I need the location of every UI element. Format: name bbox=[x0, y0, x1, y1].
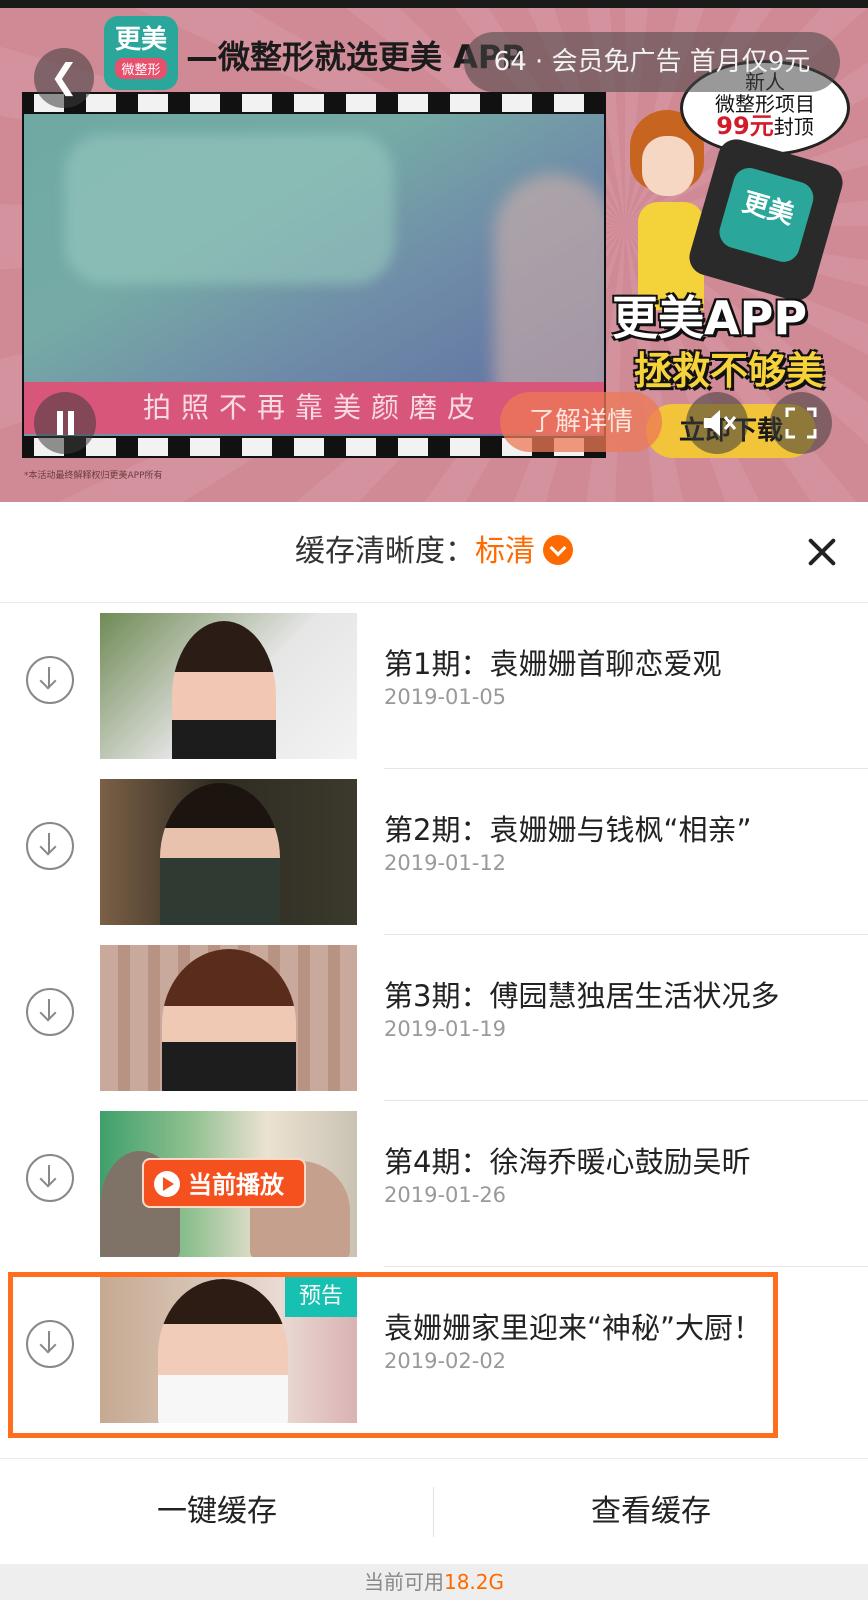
illustration-face bbox=[642, 136, 694, 196]
vip-no-ads-button[interactable]: 64 · 会员免广告 首月仅9元 bbox=[464, 32, 840, 92]
episode-title[interactable]: 第4期：徐海乔暖心鼓励吴昕 bbox=[384, 1139, 750, 1181]
brand-logo-sub: 微整形 bbox=[115, 58, 167, 79]
episode-date: 2019-01-26 bbox=[384, 1183, 507, 1207]
now-playing-badge: 当前播放 bbox=[142, 1158, 306, 1208]
episode-thumbnail[interactable]: 预告 bbox=[100, 1277, 357, 1423]
view-cache-button[interactable]: 查看缓存 bbox=[434, 1459, 868, 1565]
download-icon[interactable] bbox=[26, 988, 74, 1036]
episode-date: 2019-01-05 bbox=[384, 685, 507, 709]
ad-learn-more-button[interactable]: 了解详情 bbox=[500, 392, 662, 452]
episode-row[interactable]: 第3期：傅园慧独居生活状况多 2019-01-19 bbox=[0, 935, 868, 1101]
chevron-left-icon: ❮ bbox=[49, 57, 79, 97]
thumbnail-person bbox=[162, 949, 296, 1091]
chevron-down-icon[interactable] bbox=[543, 534, 573, 565]
cache-quality-header: 缓存清晰度：标清 bbox=[0, 502, 868, 603]
promo-subheadline: 拯救不够美 bbox=[634, 349, 825, 393]
video-player[interactable]: 更美 微整形 —微整形就选更美 APP 拍照不再靠美颜磨皮 *本活动最终解释权归… bbox=[0, 0, 868, 502]
storage-label: 当前可用 bbox=[363, 1570, 444, 1594]
footer-actions: 一键缓存 查看缓存 bbox=[0, 1458, 868, 1565]
episode-date: 2019-01-12 bbox=[384, 851, 507, 875]
cache-all-button[interactable]: 一键缓存 bbox=[0, 1459, 434, 1565]
speaker-muted-icon bbox=[704, 410, 737, 436]
fullscreen-icon bbox=[785, 407, 817, 439]
download-icon[interactable] bbox=[26, 1154, 74, 1202]
status-strip bbox=[0, 0, 868, 8]
brand-logo-text: 更美 bbox=[114, 25, 167, 55]
download-icon[interactable] bbox=[26, 822, 74, 870]
episode-title[interactable]: 第1期：袁姗姗首聊恋爱观 bbox=[384, 641, 721, 683]
quality-selector[interactable]: 缓存清晰度：标清 bbox=[0, 502, 868, 602]
episode-thumbnail[interactable] bbox=[100, 945, 357, 1091]
phone-app-icon: 更美 bbox=[715, 164, 818, 266]
blur-shape bbox=[64, 134, 394, 284]
cartoon-girl-illustration bbox=[624, 110, 710, 310]
episode-title[interactable]: 袁姗姗家里迎来“神秘”大厨！ bbox=[384, 1305, 762, 1347]
promo-headline: 更美APP bbox=[612, 291, 808, 345]
episode-thumbnail[interactable]: 当前播放 bbox=[100, 1111, 357, 1257]
thumbnail-person bbox=[172, 621, 276, 759]
download-icon[interactable] bbox=[26, 1320, 74, 1368]
episode-thumbnail[interactable] bbox=[100, 779, 357, 925]
episode-title[interactable]: 第2期：袁姗姗与钱枫“相亲” bbox=[384, 807, 752, 849]
episode-row-current[interactable]: 当前播放 第4期：徐海乔暖心鼓励吴昕 2019-01-26 bbox=[0, 1101, 868, 1267]
preview-badge: 预告 bbox=[285, 1277, 357, 1317]
storage-info: 当前可用18.2G bbox=[0, 1564, 868, 1600]
episode-date: 2019-02-02 bbox=[384, 1349, 507, 1373]
phone-app-text: 更美 bbox=[738, 187, 798, 231]
now-playing-label: 当前播放 bbox=[188, 1171, 284, 1199]
pause-button[interactable] bbox=[34, 392, 96, 454]
quality-value[interactable]: 标清 bbox=[475, 534, 535, 569]
quality-label: 缓存清晰度： bbox=[295, 534, 475, 569]
pause-icon bbox=[68, 411, 74, 435]
mute-button[interactable] bbox=[686, 392, 748, 454]
episode-title[interactable]: 第3期：傅园慧独居生活状况多 bbox=[384, 973, 779, 1015]
thumbnail-person bbox=[160, 783, 280, 925]
back-button[interactable]: ❮ bbox=[34, 48, 94, 108]
download-icon[interactable] bbox=[26, 656, 74, 704]
episode-row-preview[interactable]: 预告 袁姗姗家里迎来“神秘”大厨！ 2019-02-02 bbox=[0, 1267, 868, 1433]
fullscreen-button[interactable] bbox=[770, 392, 832, 454]
ad-fine-print: *本活动最终解释权归更美APP所有 bbox=[24, 471, 163, 481]
episode-row[interactable]: 第1期：袁姗姗首聊恋爱观 2019-01-05 bbox=[0, 603, 868, 769]
close-icon[interactable] bbox=[806, 536, 838, 568]
bubble-suffix: 封顶 bbox=[773, 115, 814, 139]
thumbnail-person bbox=[158, 1279, 288, 1423]
brand-logo: 更美 微整形 bbox=[104, 16, 178, 90]
pause-icon bbox=[57, 411, 63, 435]
play-icon bbox=[154, 1171, 180, 1197]
storage-amount: 18.2G bbox=[443, 1570, 505, 1594]
episode-row[interactable]: 第2期：袁姗姗与钱枫“相亲” 2019-01-12 bbox=[0, 769, 868, 935]
episode-date: 2019-01-19 bbox=[384, 1017, 507, 1041]
episode-thumbnail[interactable] bbox=[100, 613, 357, 759]
bubble-price: 99元 bbox=[716, 112, 774, 140]
bubble-line3: 99元封顶 bbox=[683, 112, 847, 140]
film-perforation-top bbox=[22, 94, 606, 112]
